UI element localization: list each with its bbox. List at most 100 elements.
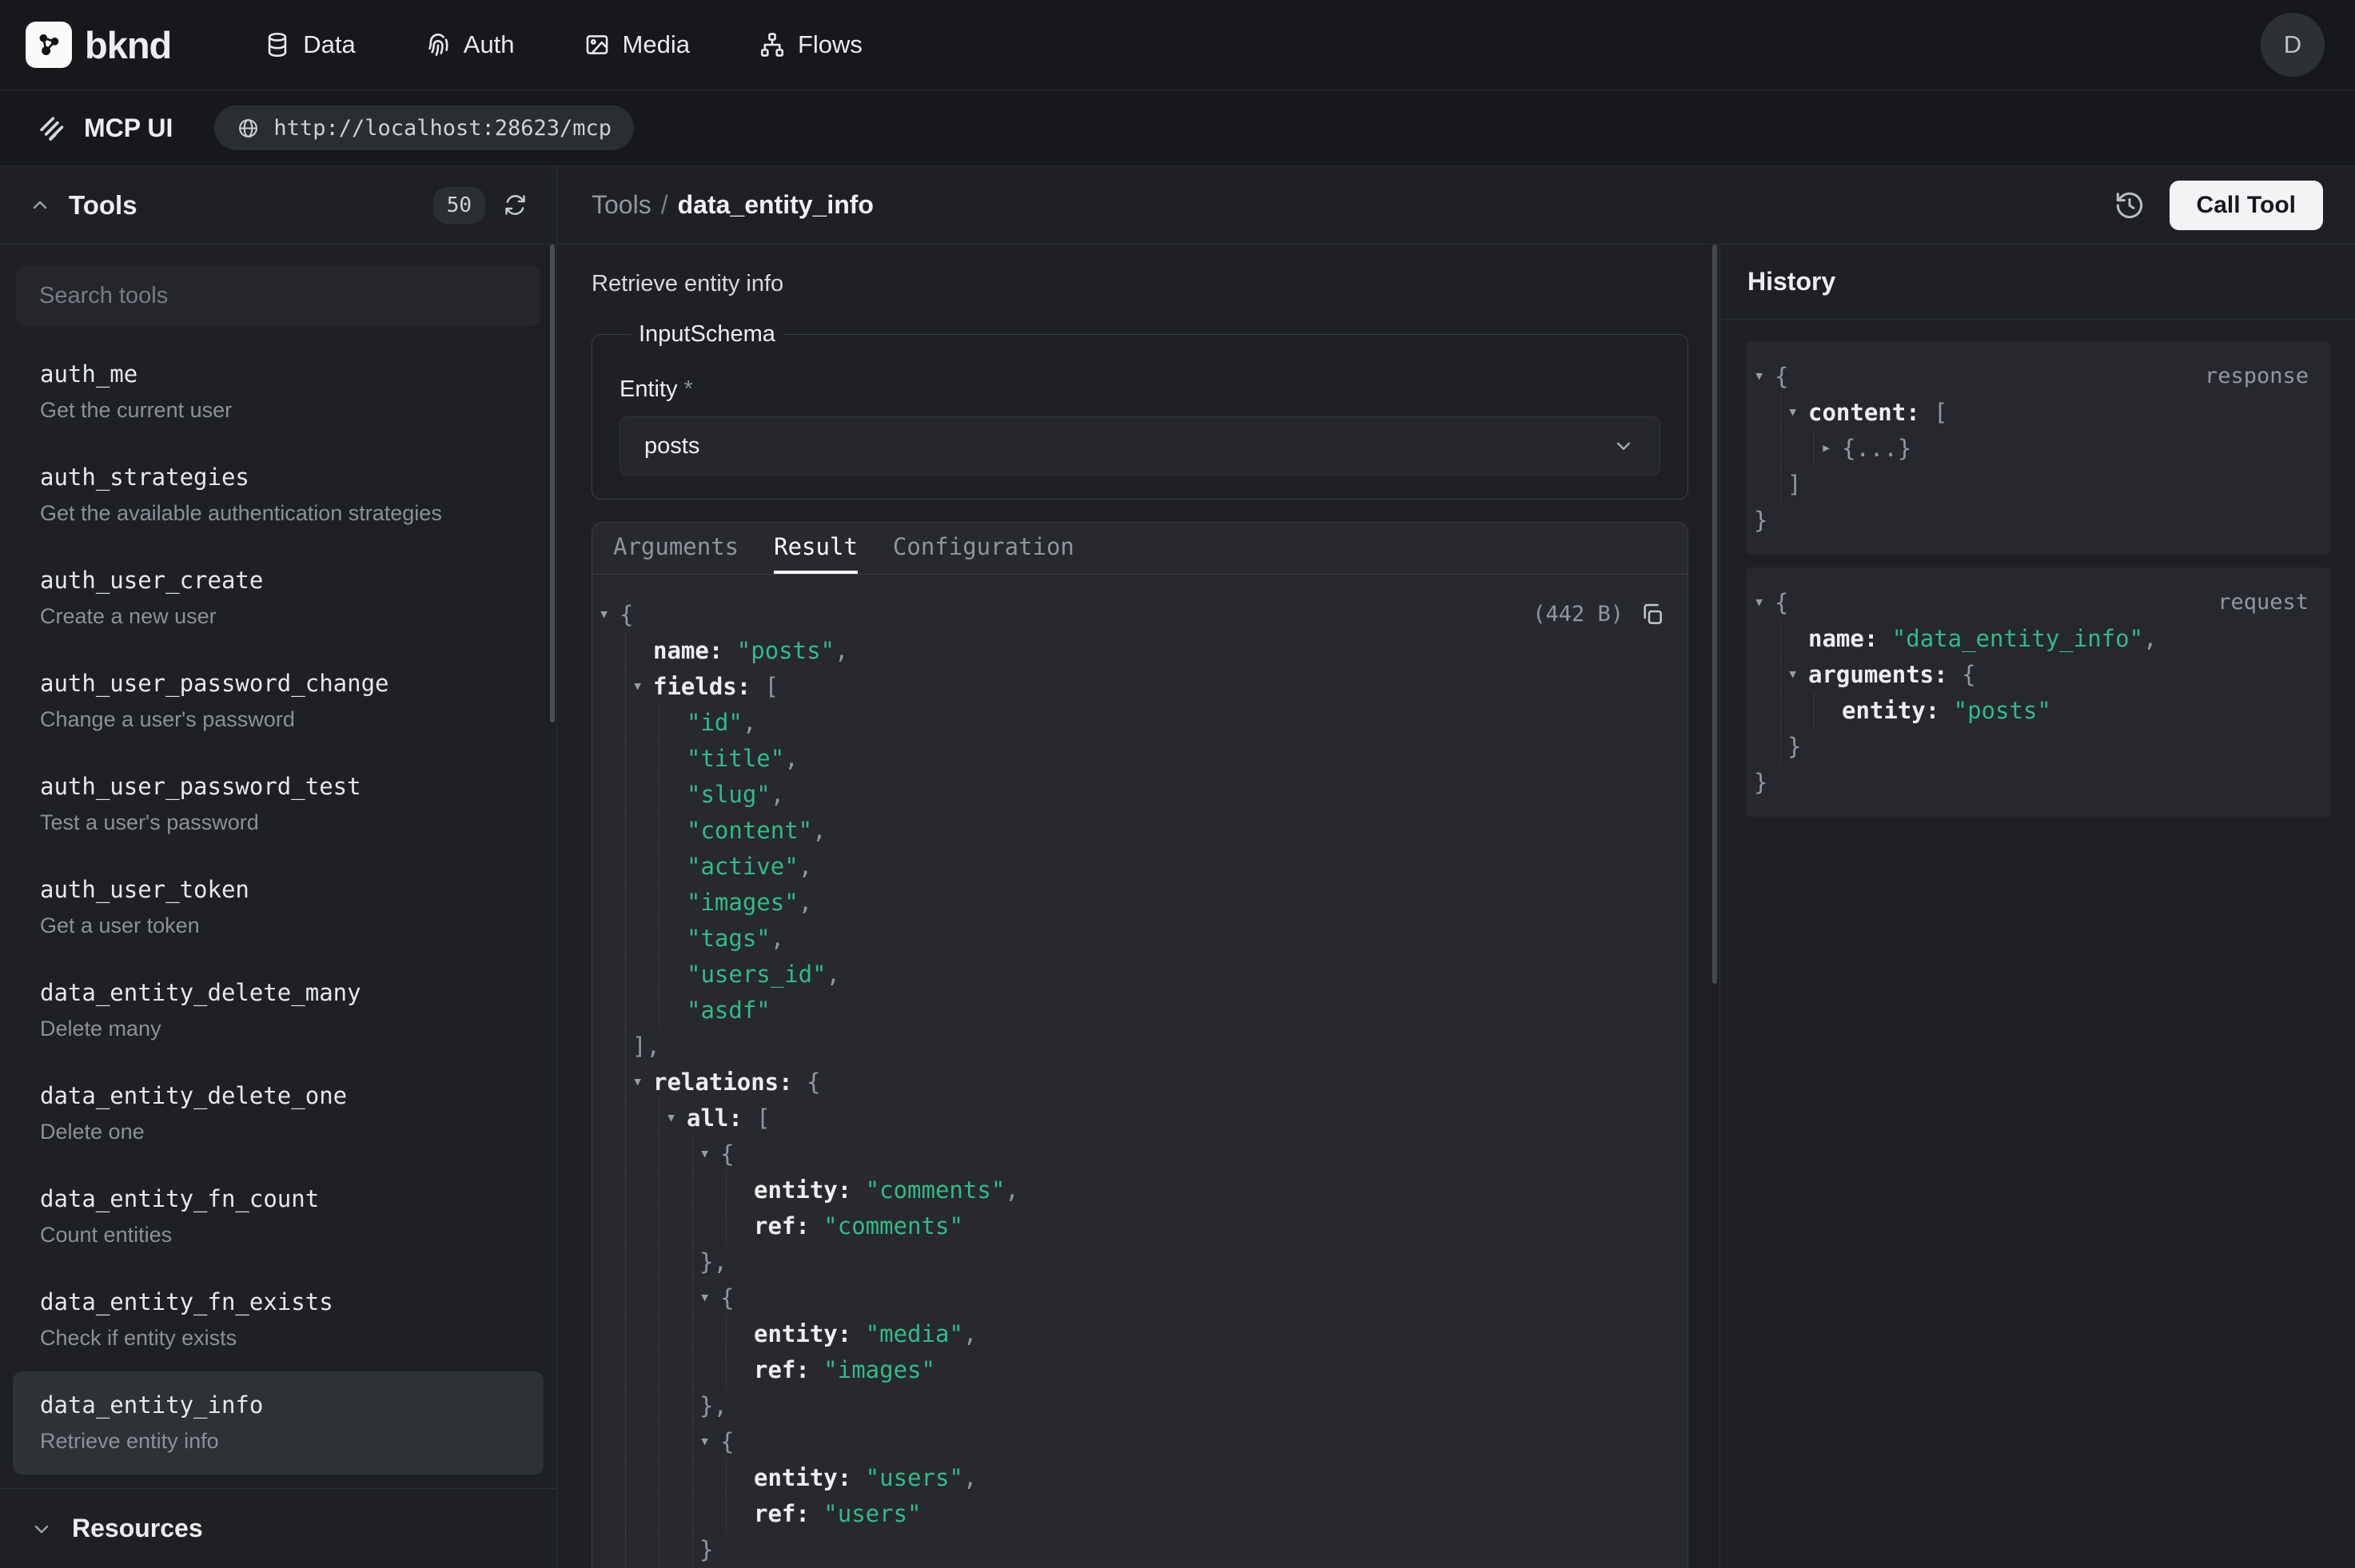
copy-icon[interactable] [1640,602,1665,627]
history-cards: ▾{response▾content: [▸{...}]}▾{requestna… [1720,320,2355,817]
history-entry-request[interactable]: ▾{requestname: "data_entity_info",▾argum… [1746,567,2331,817]
json-punctuation: { [1948,661,1976,688]
search-input[interactable] [16,266,540,325]
tool-description: Count entities [40,1223,516,1248]
json-line: } [1754,502,2309,538]
main-panel-scrollbar[interactable] [1712,245,1717,984]
json-key: name: [1808,625,1878,652]
json-punctuation: , [771,781,784,808]
nav-item-flows[interactable]: Flows [759,30,863,59]
bknd-logo-icon[interactable] [26,22,72,68]
entity-select[interactable]: posts [620,416,1660,476]
collapse-toggle-icon[interactable]: ▾ [1754,592,1775,612]
json-line: ], [599,1028,1665,1064]
tab-result[interactable]: Result [774,523,858,574]
json-key: fields: [653,673,751,700]
json-punctuation: , [799,889,812,916]
required-marker: * [684,376,693,402]
refresh-icon[interactable] [503,193,528,217]
nav-item-data[interactable]: Data [264,30,355,59]
indent-guide [599,1279,632,1315]
indent-guide [666,1279,699,1315]
indent-guide [666,1172,699,1208]
collapse-toggle-icon[interactable]: ▾ [666,1108,687,1128]
tool-list-item[interactable]: data_entity_delete_manyDelete many [13,959,544,1062]
collapse-toggle-icon[interactable]: ▾ [699,1144,720,1164]
json-string: "id" [687,709,743,736]
nav-item-media[interactable]: Media [584,30,690,59]
sidebar-scrollbar[interactable] [550,245,555,722]
collapse-toggle-icon[interactable]: ▾ [632,676,653,696]
tool-list-item[interactable]: auth_meGet the current user [13,340,544,444]
tool-list-item[interactable]: auth_user_password_testTest a user's pas… [13,753,544,856]
json-line: ▾fields: [ [599,668,1665,704]
breadcrumb-section[interactable]: Tools [592,190,652,219]
json-line: "asdf" [599,992,1665,1028]
expand-toggle-icon[interactable]: ▸ [1821,438,1842,458]
tool-list-item[interactable]: auth_user_password_changeChange a user's… [13,650,544,753]
tool-list-item[interactable]: data_entity_fn_countCount entities [13,1165,544,1268]
tool-description: Delete one [40,1120,516,1144]
tool-name: data_entity_info [40,1391,516,1419]
tool-list-item[interactable]: auth_user_createCreate a new user [13,547,544,650]
json-line: "title", [599,740,1665,776]
collapse-toggle-icon[interactable]: ▾ [1754,366,1775,386]
tab-arguments[interactable]: Arguments [613,523,739,574]
tool-list-item[interactable]: data_entity_infoRetrieve entity info [13,1371,544,1474]
indent-guide [1754,692,1787,728]
json-line: "slug", [599,776,1665,812]
indent-guide [599,1136,632,1172]
indent-guide [599,956,632,992]
tool-list-item[interactable]: data_entity_fn_existsCheck if entity exi… [13,1268,544,1371]
indent-guide [666,1459,699,1495]
json-punctuation: , [963,1464,977,1491]
json-line: ▾{ [599,1279,1665,1315]
history-entry-response[interactable]: ▾{response▾content: [▸{...}]} [1746,341,2331,555]
json-string: "slug" [687,781,771,808]
indent-guide [666,1208,699,1244]
json-line: ▾{ [599,1136,1665,1172]
resources-section-header[interactable]: Resources [0,1488,556,1568]
indent-guide [632,956,666,992]
collapse-toggle-icon[interactable]: ▾ [599,604,620,624]
collapse-toggle-icon[interactable]: ▾ [1787,664,1808,684]
json-punctuation: , [771,925,784,952]
collapse-toggle-icon[interactable]: ▾ [699,1431,720,1451]
call-tool-button[interactable]: Call Tool [2170,181,2323,230]
tool-name: data_entity_delete_one [40,1082,516,1109]
json-line: "content", [599,812,1665,848]
json-punctuation: , [2143,625,2157,652]
tool-list-item[interactable]: auth_user_tokenGet a user token [13,856,544,959]
json-line: ref: "users" [599,1495,1665,1531]
indent-guide [632,848,666,884]
json-line: ▾all: [ [599,1100,1665,1136]
avatar[interactable]: D [2261,13,2325,77]
sidebar: Tools 50 auth_meGet the current userauth… [0,166,557,1568]
workflow-icon [759,31,786,58]
json-key: name: [653,637,723,664]
tool-name: auth_user_token [40,876,516,903]
collapse-toggle-icon[interactable]: ▾ [632,1072,653,1092]
nav-item-label: Flows [798,30,863,59]
tab-configuration[interactable]: Configuration [893,523,1074,574]
indent-guide [1754,394,1787,430]
tool-list-item[interactable]: data_entity_delete_one Delete one [13,1062,544,1165]
indent-guide [599,1208,632,1244]
logo-text: bknd [85,23,171,67]
indent-guide [1754,728,1787,764]
header-actions: Call Tool [2114,181,2323,230]
history-icon[interactable] [2114,189,2146,221]
nav-item-auth[interactable]: Auth [424,30,515,59]
collapse-toggle-icon[interactable]: ▾ [699,1287,720,1307]
tool-description: Delete many [40,1017,516,1041]
indent-guide [599,1459,632,1495]
image-icon [584,31,611,58]
json-punctuation: , [784,745,798,772]
tool-list-item[interactable]: auth_strategiesGet the available authent… [13,444,544,547]
topbar: bknd Data Auth Media Flows D [0,0,2355,90]
tools-section-header[interactable]: Tools 50 [0,166,556,245]
chevron-down-icon [30,1518,53,1540]
server-url-pill[interactable]: http://localhost:28623/mcp [214,105,634,150]
indent-guide [632,1423,666,1459]
collapse-toggle-icon[interactable]: ▾ [1787,402,1808,422]
